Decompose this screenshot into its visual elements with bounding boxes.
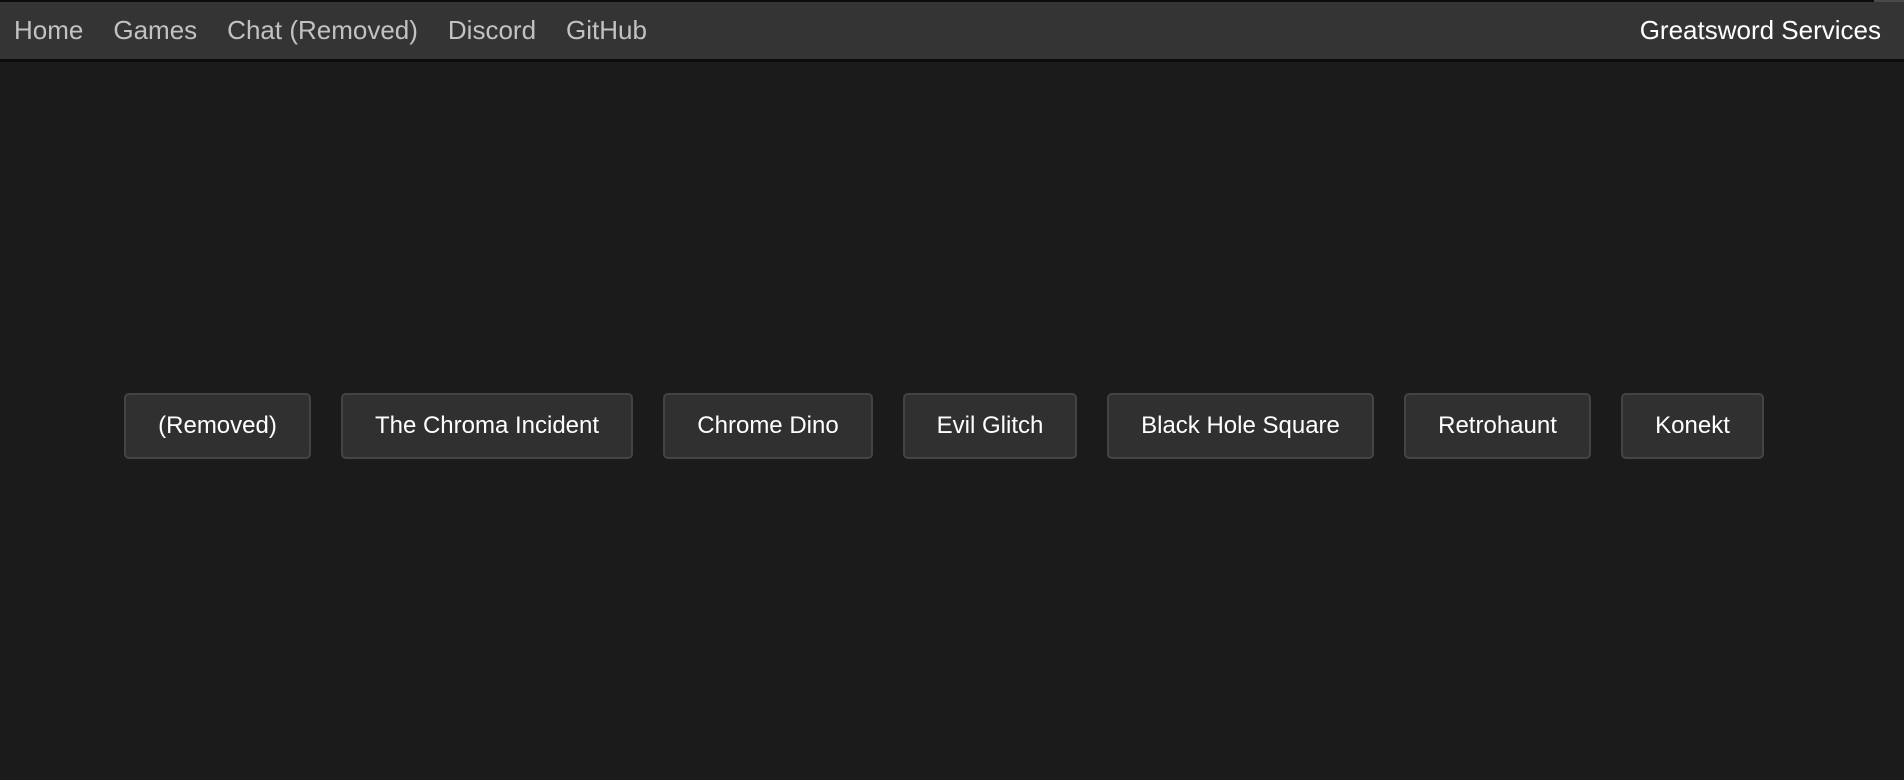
games-list: (Removed) The Chroma Incident Chrome Din… (0, 393, 1904, 459)
nav-links: Home Games Chat (Removed) Discord GitHub (14, 2, 677, 59)
nav-link-github[interactable]: GitHub (566, 15, 647, 46)
nav-link-games[interactable]: Games (113, 15, 197, 46)
nav-link-home[interactable]: Home (14, 15, 83, 46)
nav-link-chat[interactable]: Chat (Removed) (227, 15, 418, 46)
game-button-konekt[interactable]: Konekt (1621, 393, 1764, 459)
site-brand: Greatsword Services (1639, 15, 1881, 45)
game-button-retrohaunt[interactable]: Retrohaunt (1404, 393, 1591, 459)
game-button-chrome-dino[interactable]: Chrome Dino (663, 393, 873, 459)
game-button-chroma-incident[interactable]: The Chroma Incident (341, 393, 633, 459)
nav-link-discord[interactable]: Discord (448, 15, 536, 46)
corner-divider (1874, 0, 1904, 2)
top-navbar: Home Games Chat (Removed) Discord GitHub… (0, 0, 1904, 62)
game-button-black-hole-square[interactable]: Black Hole Square (1107, 393, 1374, 459)
game-button-evil-glitch[interactable]: Evil Glitch (903, 393, 1077, 459)
game-button-removed[interactable]: (Removed) (124, 393, 311, 459)
